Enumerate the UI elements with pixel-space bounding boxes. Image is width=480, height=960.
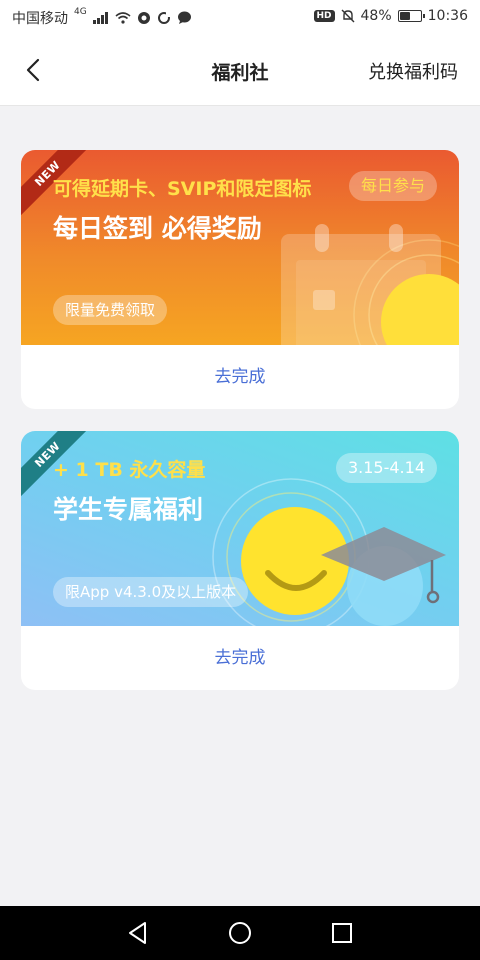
limited-free-chip: 限量免费领取	[53, 295, 168, 325]
student-headline: 学生专属福利	[53, 495, 204, 524]
sync-notification-icon	[157, 11, 171, 24]
nav-recents-button[interactable]	[328, 919, 356, 947]
date-range-chip: 3.15-4.14	[335, 453, 437, 483]
signal-icon	[92, 12, 108, 24]
battery-icon	[397, 10, 425, 22]
network-type: 4G	[74, 7, 87, 17]
clock: 10:36	[427, 8, 468, 24]
daily-checkin-card[interactable]: NEW 可得延期卡、SVIP和限定图标 每日签到 必得奖励 每日参与 限量免费领…	[21, 150, 459, 409]
carrier-label: 中国移动	[12, 11, 68, 27]
reward-subtitle: 可得延期卡、SVIP和限定图标	[53, 178, 312, 200]
redeem-code-link[interactable]: 兑换福利码	[368, 58, 458, 84]
app-notification-icon	[137, 12, 150, 24]
nav-home-button[interactable]	[226, 919, 254, 947]
status-right: HD 48% 10:36	[313, 8, 468, 24]
top-app-bar: 福利社 兑换福利码	[0, 34, 480, 106]
mute-bell-icon	[341, 9, 355, 23]
status-left: 中国移动 4G	[12, 7, 192, 28]
triangle-back-icon	[129, 922, 146, 944]
battery-percent: 48%	[360, 8, 392, 24]
battery-fill	[399, 12, 410, 20]
daily-participation-chip: 每日参与	[348, 171, 437, 201]
daily-checkin-banner[interactable]: NEW 可得延期卡、SVIP和限定图标 每日签到 必得奖励 每日参与 限量免费领…	[21, 150, 459, 345]
capacity-subtitle: + 1 TB 永久容量	[53, 459, 206, 481]
square-recents-icon	[332, 923, 352, 943]
daily-checkin-complete-button[interactable]: 去完成	[21, 345, 459, 409]
student-benefit-complete-button[interactable]: 去完成	[21, 626, 459, 690]
status-bar: 中国移动 4G HD 48% 10:36	[0, 0, 480, 34]
student-benefit-banner[interactable]: NEW + 1 TB 永久容量 学生专属福利 3.15-4.14 限App v4…	[21, 431, 459, 626]
chat-notification-icon	[177, 11, 191, 24]
app-version-chip: 限App v4.3.0及以上版本	[53, 577, 249, 607]
hd-badge: HD	[313, 10, 335, 22]
circle-home-icon	[229, 922, 251, 944]
nav-back-button[interactable]	[124, 919, 152, 947]
student-benefit-card[interactable]: NEW + 1 TB 永久容量 学生专属福利 3.15-4.14 限App v4…	[21, 431, 459, 690]
system-navigation-bar	[0, 906, 480, 960]
reward-headline: 每日签到 必得奖励	[53, 214, 262, 243]
wifi-icon	[115, 12, 131, 24]
